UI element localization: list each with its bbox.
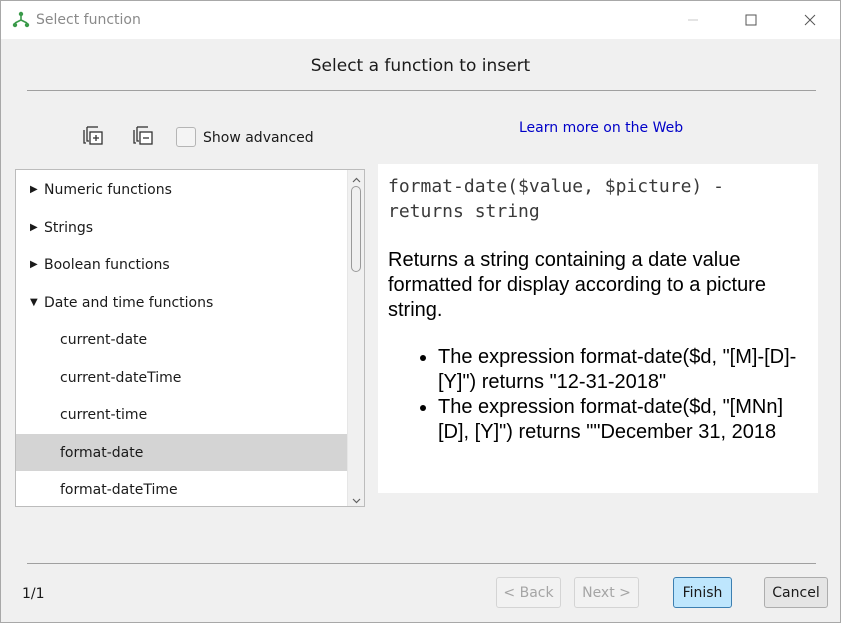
close-button[interactable] [787, 1, 833, 39]
show-advanced-checkbox[interactable] [176, 127, 196, 147]
function-description: Returns a string containing a date value… [388, 249, 766, 321]
example-item: The expression format-date($d, "[MNn] [D… [438, 395, 813, 445]
expand-arrow-icon: ▶ [30, 259, 38, 270]
footer-divider [27, 563, 816, 564]
close-icon [804, 14, 816, 26]
tree-item-label: Numeric functions [44, 181, 172, 198]
window-title: Select function [36, 12, 141, 28]
tree-item-label: current-time [60, 406, 148, 423]
tree-scrollbar[interactable] [347, 170, 364, 506]
page-indicator: 1/1 [22, 586, 45, 602]
tree-item-label: format-dateTime [60, 481, 178, 498]
function-tree[interactable]: ▶ Numeric functions ▶ Strings ▶ Boolean … [15, 169, 365, 507]
expand-arrow-icon: ▶ [30, 184, 38, 195]
scrollbar-thumb[interactable] [351, 186, 361, 272]
expand-arrow-icon: ▶ [30, 222, 38, 233]
show-advanced-label: Show advanced [203, 130, 314, 146]
example-item: The expression format-date($d, "[M]-[D]-… [438, 345, 813, 395]
expand-all-button[interactable] [80, 125, 106, 151]
header-divider [27, 90, 816, 91]
example-list: The expression format-date($d, "[M]-[D]-… [388, 345, 813, 445]
page-title: Select a function to insert [310, 56, 531, 76]
tree-item-current-datetime[interactable]: current-dateTime [16, 359, 347, 396]
tree-item-label: current-date [60, 331, 148, 348]
title-bar: Select function [1, 1, 840, 39]
select-function-dialog: Select function Select a function to ins… [0, 0, 841, 623]
chevron-up-icon [352, 170, 361, 187]
function-signature: format-date($value, $picture) - returns … [388, 176, 724, 222]
learn-more-link[interactable]: Learn more on the Web [519, 120, 683, 136]
chevron-down-icon [352, 489, 361, 506]
minimize-button[interactable] [670, 1, 716, 39]
next-button[interactable]: Next > [574, 577, 639, 608]
tree-item-label: Date and time functions [44, 294, 214, 311]
expand-all-icon [82, 125, 104, 151]
tree-item-numeric-functions[interactable]: ▶ Numeric functions [16, 171, 347, 208]
maximize-button[interactable] [728, 1, 774, 39]
maximize-icon [745, 14, 757, 26]
tree-item-label: format-date [60, 444, 144, 461]
back-button[interactable]: < Back [496, 577, 561, 608]
tree-item-strings[interactable]: ▶ Strings [16, 209, 347, 246]
tree-item-date-and-time-functions[interactable]: ▼ Date and time functions [16, 284, 347, 321]
tree-item-format-datetime[interactable]: format-dateTime [16, 471, 347, 506]
collapse-all-button[interactable] [130, 125, 156, 151]
scroll-down-button[interactable] [348, 489, 364, 506]
tree-item-current-time[interactable]: current-time [16, 396, 347, 433]
tree-item-label: Strings [44, 219, 94, 236]
cancel-button[interactable]: Cancel [764, 577, 828, 608]
minimize-icon [687, 14, 699, 26]
collapse-all-icon [132, 125, 154, 151]
function-description-panel: format-date($value, $picture) - returns … [378, 164, 818, 493]
tree-item-current-date[interactable]: current-date [16, 321, 347, 358]
workflow-icon [11, 10, 31, 30]
tree-item-format-date[interactable]: format-date [16, 434, 347, 471]
collapse-arrow-icon: ▼ [30, 297, 38, 308]
tree-item-label: current-dateTime [60, 369, 182, 386]
scroll-up-button[interactable] [348, 170, 364, 187]
tree-item-boolean-functions[interactable]: ▶ Boolean functions [16, 246, 347, 283]
finish-button[interactable]: Finish [673, 577, 732, 608]
tree-item-label: Boolean functions [44, 256, 170, 273]
